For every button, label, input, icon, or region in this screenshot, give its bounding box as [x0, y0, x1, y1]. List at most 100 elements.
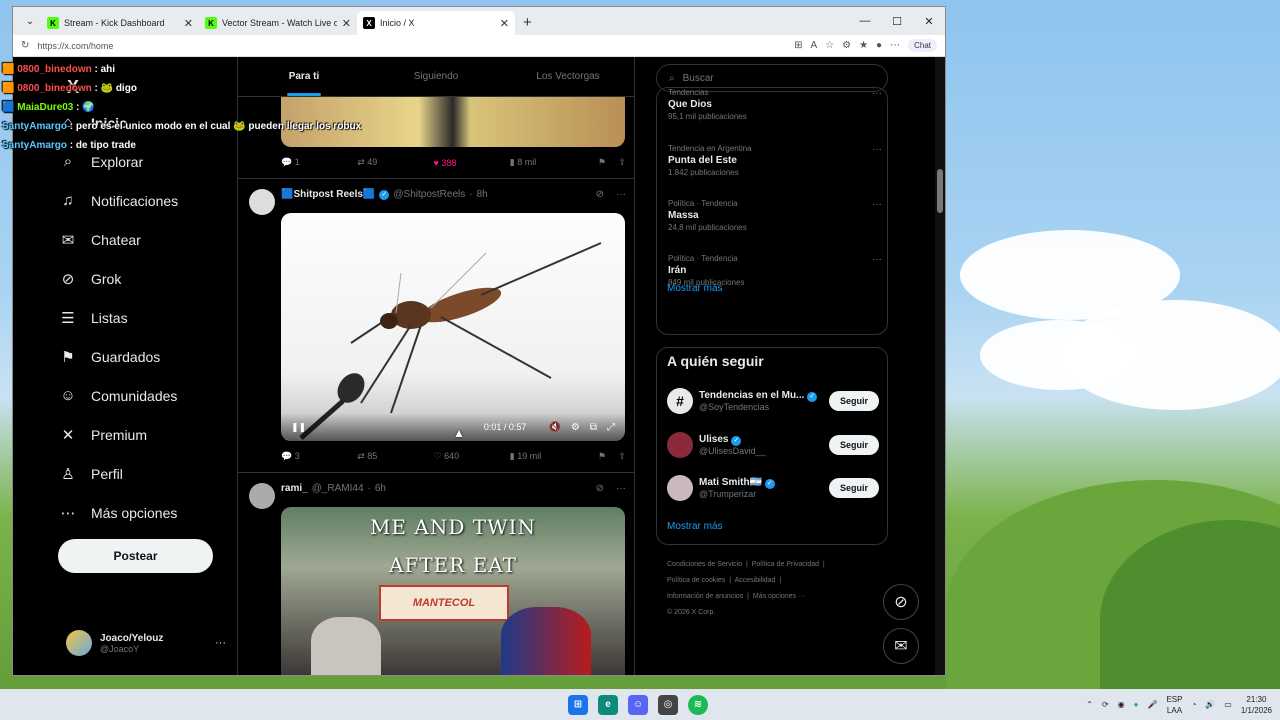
- video-player[interactable]: ❚❚ 0:01 / 0:57 🔇 ⚙ ⧉ ⤢: [281, 213, 625, 441]
- grok-icon[interactable]: ⊘: [596, 483, 604, 494]
- follow-button[interactable]: Seguir: [828, 478, 879, 498]
- read-aloud-icon[interactable]: A: [810, 40, 817, 51]
- follow-suggestion[interactable]: # Tendencias en el Mu... ✓ @SoyTendencia…: [667, 388, 879, 414]
- microphone-icon[interactable]: 🎤: [1148, 700, 1158, 709]
- favorite-star-icon[interactable]: ☆: [825, 40, 834, 51]
- views-button[interactable]: ▮ 19 mil: [510, 451, 586, 462]
- account-switcher[interactable]: Joaco/Yelouz @JoacoY ···: [66, 630, 226, 656]
- grok-fab-icon[interactable]: ⊘: [883, 584, 919, 620]
- close-window-icon[interactable]: ✕: [913, 15, 945, 28]
- repost-button[interactable]: ⇄ 49: [357, 157, 433, 168]
- nav-item-chat[interactable]: ✉ Chatear: [59, 220, 178, 259]
- tab-following[interactable]: Siguiendo: [370, 57, 502, 96]
- more-dots-icon[interactable]: ···: [872, 254, 882, 265]
- close-tab-icon[interactable]: ✕: [500, 17, 509, 30]
- show-more-follow-link[interactable]: Mostrar más: [667, 521, 723, 532]
- avatar[interactable]: [249, 483, 275, 509]
- windows-start-icon[interactable]: ⊞: [568, 694, 588, 715]
- spotify-icon[interactable]: ≋: [688, 694, 708, 715]
- like-button[interactable]: ♡ 640: [434, 451, 510, 462]
- more-dots-icon[interactable]: ···: [872, 88, 882, 99]
- bookmark-icon[interactable]: ⚑: [586, 451, 606, 462]
- language-indicator[interactable]: ESP LAA: [1166, 694, 1182, 716]
- trend-item[interactable]: Tendencia en Argentina Punta del Este 1.…: [668, 144, 882, 177]
- tab-for-you[interactable]: Para ti: [238, 57, 370, 96]
- wifi-icon[interactable]: ◔: [1191, 700, 1196, 709]
- post-time[interactable]: 8h: [477, 189, 488, 200]
- extensions-icon[interactable]: ⚙: [842, 40, 851, 51]
- nav-item-communities[interactable]: ☺ Comunidades: [59, 376, 178, 415]
- show-more-trends-link[interactable]: Mostrar más: [667, 283, 723, 294]
- scrollbar-thumb[interactable]: [937, 169, 943, 213]
- edge-icon[interactable]: e: [598, 694, 618, 715]
- author-handle[interactable]: @_RAMI44: [312, 483, 364, 494]
- nav-item-grok[interactable]: ⊘ Grok: [59, 259, 178, 298]
- more-icon[interactable]: ⋯: [890, 40, 900, 51]
- maximize-icon[interactable]: ☐: [881, 15, 913, 28]
- minimize-icon[interactable]: —: [849, 15, 881, 27]
- follow-suggestion[interactable]: Mati Smith🇦🇷 ✓ @Trumperizar Seguir: [667, 475, 879, 501]
- tab-list-chevron-icon[interactable]: ⌄: [19, 10, 41, 32]
- follow-button[interactable]: Seguir: [828, 435, 879, 455]
- more-dots-icon[interactable]: ···: [616, 483, 626, 494]
- author-name[interactable]: 🟦Shitpost Reels🟦: [281, 189, 375, 200]
- url-field[interactable]: https://x.com/home: [37, 41, 786, 51]
- ads-info-link[interactable]: Información de anuncios: [667, 593, 743, 600]
- discord-icon[interactable]: ☺: [628, 694, 648, 715]
- close-tab-icon[interactable]: ✕: [184, 17, 193, 30]
- battery-icon[interactable]: ▭: [1224, 700, 1232, 709]
- cookies-link[interactable]: Política de cookies: [667, 577, 725, 584]
- nav-item-lists[interactable]: ☰ Listas: [59, 298, 178, 337]
- profile-icon[interactable]: ●: [876, 40, 882, 51]
- follow-suggestion[interactable]: Ulises ✓ @UlisesDavid__ Seguir: [667, 432, 879, 458]
- trend-item[interactable]: Tendencias Que Dios 95,1 mil publicacion…: [668, 88, 882, 121]
- clock[interactable]: 21:30 1/1/2026: [1241, 694, 1272, 716]
- messages-fab-icon[interactable]: ✉: [883, 628, 919, 664]
- repost-button[interactable]: ⇄ 85: [357, 451, 433, 462]
- new-tab-plus-icon[interactable]: +: [523, 14, 532, 31]
- terms-link[interactable]: Condiciones de Servicio: [667, 561, 742, 568]
- nav-item-more[interactable]: ⋯ Más opciones: [59, 493, 178, 532]
- browser-tab-kick-dashboard[interactable]: K Stream - Kick Dashboard ✕: [41, 11, 199, 35]
- more-dots-icon[interactable]: ···: [616, 189, 626, 200]
- nav-item-bookmarks[interactable]: ⚑ Guardados: [59, 337, 178, 376]
- avatar[interactable]: [249, 189, 275, 215]
- like-button[interactable]: ♥ 388: [434, 158, 510, 168]
- video-progress-bar[interactable]: [281, 439, 288, 441]
- follow-button[interactable]: Seguir: [828, 391, 879, 411]
- status-dot-icon[interactable]: ●: [1134, 700, 1139, 709]
- volume-icon[interactable]: 🔊: [1205, 700, 1215, 709]
- author-handle[interactable]: @ShitpostReels: [393, 189, 465, 200]
- sync-icon[interactable]: ⟳: [1102, 700, 1109, 709]
- nav-item-profile[interactable]: ♙ Perfil: [59, 454, 178, 493]
- bookmark-icon[interactable]: ⚑: [586, 157, 606, 168]
- chevron-up-icon[interactable]: ⌃: [1086, 700, 1093, 709]
- pause-icon[interactable]: ❚❚: [291, 422, 306, 433]
- mute-icon[interactable]: 🔇: [548, 422, 560, 433]
- favorites-icon[interactable]: ★: [859, 40, 868, 51]
- author-name[interactable]: rami_: [281, 483, 308, 494]
- copilot-chat-button[interactable]: Chat: [908, 39, 937, 52]
- grok-icon[interactable]: ⊘: [596, 189, 604, 200]
- more-dots-icon[interactable]: ···: [872, 199, 882, 210]
- close-tab-icon[interactable]: ✕: [342, 17, 351, 30]
- scrollbar[interactable]: [935, 57, 945, 675]
- pip-icon[interactable]: ⧉: [590, 422, 597, 433]
- more-dots-icon[interactable]: ···: [215, 637, 226, 649]
- fullscreen-icon[interactable]: ⤢: [607, 422, 615, 433]
- more-options-link[interactable]: Más opciones ···: [753, 593, 805, 600]
- trend-item[interactable]: Política · Tendencia Massa 24,8 mil publ…: [668, 199, 882, 232]
- privacy-link[interactable]: Política de Privacidad: [752, 561, 819, 568]
- reply-button[interactable]: 💬 1: [281, 157, 357, 168]
- network-icon[interactable]: ◉: [1118, 700, 1125, 709]
- nav-item-notifications[interactable]: ♫ Notificaciones: [59, 181, 178, 220]
- post-button[interactable]: Postear: [58, 539, 213, 573]
- share-icon[interactable]: ⇪: [606, 451, 626, 462]
- grid-icon[interactable]: ⊞: [794, 40, 802, 51]
- browser-tab-x-home[interactable]: X Inicio / X ✕: [357, 11, 515, 35]
- more-dots-icon[interactable]: ···: [872, 144, 882, 155]
- views-button[interactable]: ▮ 8 mil: [510, 157, 586, 168]
- share-icon[interactable]: ⇪: [606, 157, 626, 168]
- settings-gear-icon[interactable]: ⚙: [571, 422, 580, 433]
- nav-item-premium[interactable]: ✕ Premium: [59, 415, 178, 454]
